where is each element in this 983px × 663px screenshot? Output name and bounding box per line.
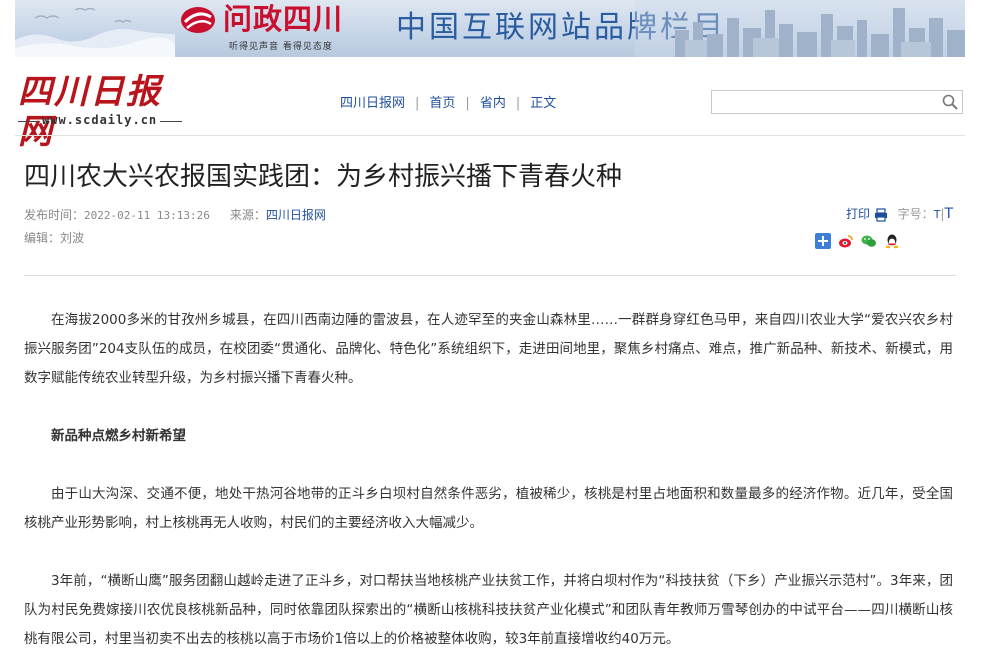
article-divider — [24, 275, 956, 276]
site-logo[interactable]: 四川日报网 www.scdaily.cn — [18, 72, 188, 152]
font-large-button[interactable]: T — [944, 206, 953, 222]
wenzheng-logo-icon — [181, 7, 215, 33]
paragraph: 在海拔2000多米的甘孜州乡城县，在四川西南边陲的雷波县，在人迹罕至的夹金山森林… — [24, 312, 953, 386]
publish-time: 2022-02-11 13:13:26 — [84, 209, 210, 222]
breadcrumb-separator: | — [465, 96, 470, 111]
qq-icon[interactable] — [884, 233, 900, 249]
banner-logo-text: 问政四川 — [223, 2, 344, 36]
wechat-icon[interactable] — [861, 233, 877, 249]
share-plus-icon[interactable] — [815, 233, 831, 249]
editor-label: 编辑： — [24, 231, 61, 245]
breadcrumb-separator: | — [415, 96, 420, 111]
paragraph: 由于山大沟深、交通不便，地处干热河谷地带的正斗乡白坝村自然条件恶劣，植被稀少，核… — [24, 486, 953, 531]
font-size-label: 字号： — [897, 207, 934, 221]
weibo-icon[interactable] — [838, 233, 854, 249]
breadcrumb-province[interactable]: 省内 — [480, 96, 506, 111]
site-logo-text: 四川日报网 — [18, 72, 162, 152]
breadcrumb: 四川日报网 | 首页 | 省内 | 正文 — [340, 92, 556, 111]
top-banner[interactable]: 问政四川 听得见声音 看得见态度 中国互联网站品牌栏目 — [15, 0, 965, 57]
site-logo-url: www.scdaily.cn — [42, 113, 158, 127]
source-label: 来源： — [229, 208, 266, 222]
wave-decoration-icon — [15, 7, 175, 57]
header-divider — [15, 135, 965, 136]
breadcrumb-separator: | — [515, 96, 521, 111]
section-heading: 新品种点燃乡村新希望 — [51, 428, 186, 444]
print-button[interactable]: 打印 — [846, 207, 870, 221]
print-icon[interactable] — [874, 207, 888, 222]
source-link[interactable]: 四川日报网 — [266, 208, 326, 222]
logo-rule-right — [160, 121, 182, 122]
banner-logo-subtitle: 听得见声音 看得见态度 — [229, 42, 333, 52]
article-tools: 打印 字号：T|T — [846, 206, 954, 222]
article-body: 在海拔2000多米的甘孜州乡城县，在四川西南边陲的雷波县，在人迹罕至的夹金山森林… — [24, 306, 953, 654]
share-bar — [815, 233, 907, 249]
breadcrumb-site[interactable]: 四川日报网 — [340, 96, 405, 111]
search-input[interactable] — [712, 91, 940, 113]
paragraph: 3年前，“横断山鹰”服务团翻山越岭走进了正斗乡，对口帮扶当地核桃产业扶贫工作，并… — [24, 573, 953, 647]
article-editor: 编辑：刘波 — [24, 229, 84, 246]
editor-name: 刘波 — [60, 231, 85, 245]
breadcrumb-article[interactable]: 正文 — [530, 96, 556, 111]
search-icon[interactable] — [941, 93, 959, 111]
article-title: 四川农大兴农报国实践团：为乡村振兴播下青春火种 — [24, 162, 623, 192]
publish-time-label: 发布时间： — [24, 208, 85, 222]
city-skyline-icon — [635, 0, 965, 57]
search-box — [711, 90, 963, 114]
breadcrumb-home[interactable]: 首页 — [429, 96, 455, 111]
logo-rule-left — [18, 121, 38, 122]
article-meta: 发布时间：2022-02-11 13:13:26 来源：四川日报网 — [24, 206, 326, 223]
